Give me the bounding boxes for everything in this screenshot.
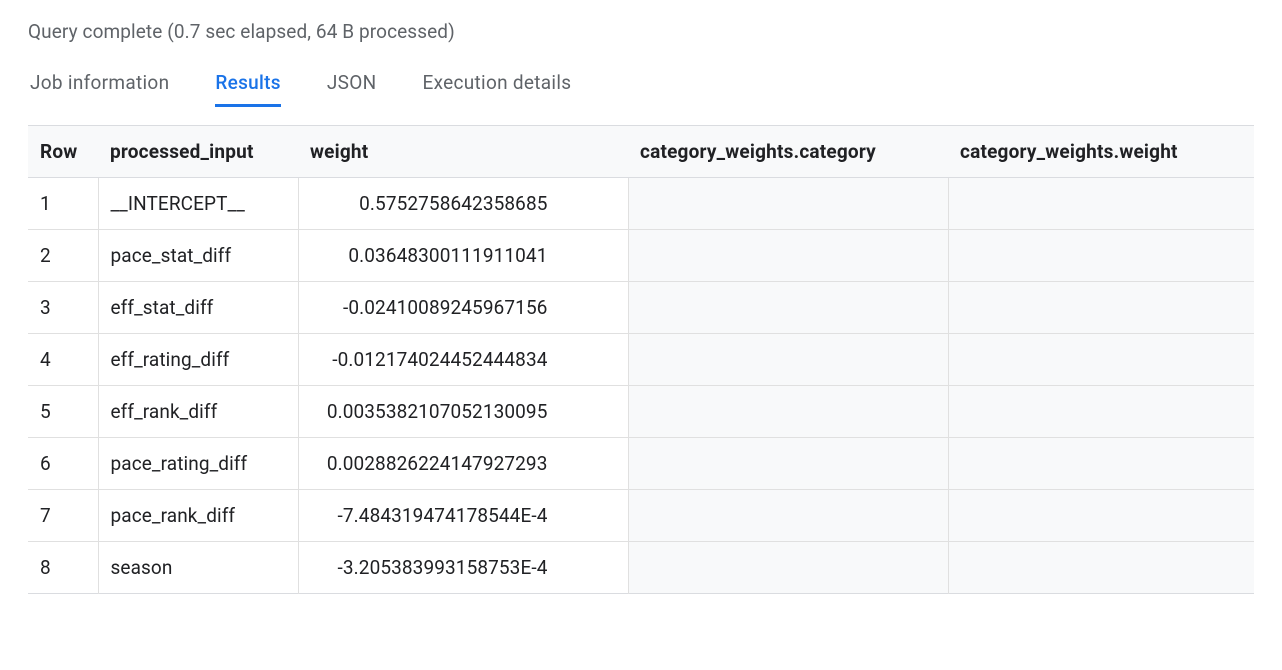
cell-row: 6	[28, 438, 98, 490]
query-status: Query complete (0.7 sec elapsed, 64 B pr…	[28, 20, 1254, 43]
table-row[interactable]: 8season-3.205383993158753E-4	[28, 542, 1254, 594]
cell-category-weight	[948, 386, 1254, 438]
cell-processed-input: __INTERCEPT__	[98, 178, 298, 230]
cell-processed-input: pace_rating_diff	[98, 438, 298, 490]
header-weight[interactable]: weight	[298, 126, 628, 178]
cell-category	[628, 438, 948, 490]
tab-execution-details[interactable]: Execution details	[422, 71, 571, 107]
header-category[interactable]: category_weights.category	[628, 126, 948, 178]
cell-weight: -0.02410089245967156	[298, 282, 628, 334]
cell-weight: -3.205383993158753E-4	[298, 542, 628, 594]
cell-processed-input: pace_stat_diff	[98, 230, 298, 282]
cell-category-weight	[948, 230, 1254, 282]
cell-category	[628, 178, 948, 230]
results-table: Row processed_input weight category_weig…	[28, 125, 1254, 594]
header-processed-input[interactable]: processed_input	[98, 126, 298, 178]
cell-category-weight	[948, 542, 1254, 594]
header-category-weight[interactable]: category_weights.weight	[948, 126, 1254, 178]
results-table-wrap: Row processed_input weight category_weig…	[28, 125, 1254, 594]
cell-row: 8	[28, 542, 98, 594]
result-tabs: Job information Results JSON Execution d…	[28, 71, 1254, 107]
cell-processed-input: eff_stat_diff	[98, 282, 298, 334]
table-header-row: Row processed_input weight category_weig…	[28, 126, 1254, 178]
cell-category	[628, 386, 948, 438]
table-row[interactable]: 2pace_stat_diff0.03648300111911041	[28, 230, 1254, 282]
table-row[interactable]: 6pace_rating_diff0.0028826224147927293	[28, 438, 1254, 490]
cell-weight: -0.012174024452444834	[298, 334, 628, 386]
cell-category	[628, 230, 948, 282]
cell-category-weight	[948, 438, 1254, 490]
cell-category	[628, 282, 948, 334]
tab-job-information[interactable]: Job information	[30, 71, 169, 107]
cell-weight: 0.0035382107052130095	[298, 386, 628, 438]
table-row[interactable]: 5eff_rank_diff0.0035382107052130095	[28, 386, 1254, 438]
tab-results[interactable]: Results	[215, 71, 281, 107]
cell-category-weight	[948, 334, 1254, 386]
table-row[interactable]: 1__INTERCEPT__0.5752758642358685	[28, 178, 1254, 230]
cell-row: 3	[28, 282, 98, 334]
cell-weight: 0.0028826224147927293	[298, 438, 628, 490]
cell-row: 5	[28, 386, 98, 438]
cell-processed-input: pace_rank_diff	[98, 490, 298, 542]
cell-category-weight	[948, 490, 1254, 542]
cell-category	[628, 334, 948, 386]
cell-category	[628, 542, 948, 594]
cell-row: 7	[28, 490, 98, 542]
cell-processed-input: eff_rank_diff	[98, 386, 298, 438]
cell-category	[628, 490, 948, 542]
cell-category-weight	[948, 178, 1254, 230]
cell-processed-input: eff_rating_diff	[98, 334, 298, 386]
cell-row: 4	[28, 334, 98, 386]
cell-processed-input: season	[98, 542, 298, 594]
table-row[interactable]: 7pace_rank_diff-7.484319474178544E-4	[28, 490, 1254, 542]
table-row[interactable]: 3eff_stat_diff-0.02410089245967156	[28, 282, 1254, 334]
table-row[interactable]: 4eff_rating_diff-0.012174024452444834	[28, 334, 1254, 386]
cell-category-weight	[948, 282, 1254, 334]
header-row[interactable]: Row	[28, 126, 98, 178]
cell-row: 1	[28, 178, 98, 230]
cell-weight: 0.5752758642358685	[298, 178, 628, 230]
tab-json[interactable]: JSON	[327, 71, 377, 107]
cell-weight: -7.484319474178544E-4	[298, 490, 628, 542]
cell-row: 2	[28, 230, 98, 282]
table-body: 1__INTERCEPT__0.57527586423586852pace_st…	[28, 178, 1254, 594]
cell-weight: 0.03648300111911041	[298, 230, 628, 282]
